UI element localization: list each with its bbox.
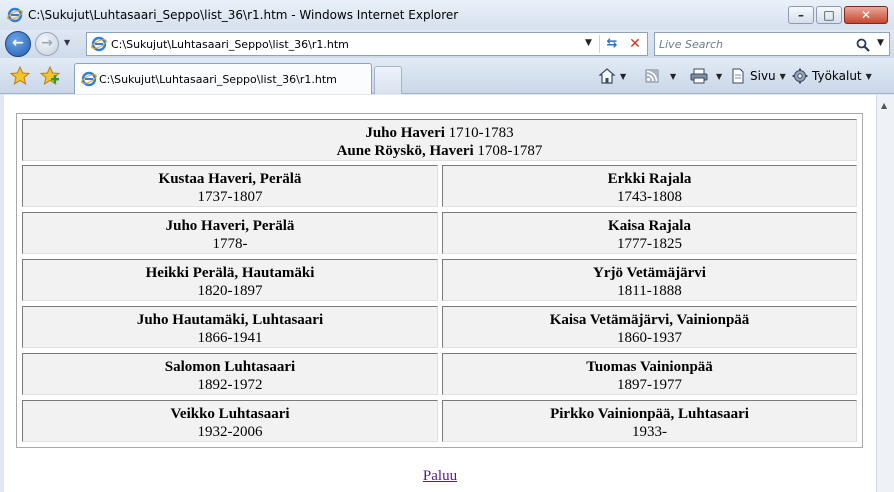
vertical-scrollbar[interactable]: ▲ [876,95,894,492]
search-icon[interactable] [855,37,871,53]
root-ancestor-cell: Juho Haveri 1710-1783 Aune Röyskö, Haver… [22,119,857,161]
pedigree-table: Juho Haveri 1710-1783 Aune Röyskö, Haver… [16,113,863,448]
person-years: 1860-1937 [617,330,682,346]
print-dropdown-icon[interactable]: ▼ [716,72,722,81]
address-input[interactable]: C:\Sukujut\Luhtasaari_Seppo\list_36\r1.h… [111,38,349,51]
pedigree-cell-left: Veikko Luhtasaari 1932-2006 [22,400,438,442]
page-menu-dropdown-icon: ▼ [779,71,786,81]
person-name: Kaisa Vetämäjärvi, Vainionpää [549,312,750,328]
pedigree-cell-left: Heikki Perälä, Hautamäki 1820-1897 [22,259,438,301]
page-content: Juho Haveri 1710-1783 Aune Röyskö, Haver… [4,95,876,492]
page-menu-label: Sivu [750,69,776,83]
person-years: 1892-1972 [197,377,263,393]
pedigree-cell-left: Salomon Luhtasaari 1892-1972 [22,353,438,395]
tools-menu-label: Työkalut [812,69,862,83]
minimize-icon: – [798,8,804,22]
person-years: 1933- [632,424,667,440]
add-to-favorites-icon[interactable] [40,66,60,86]
title-bar: C:\Sukujut\Luhtasaari_Seppo\list_36\r1.h… [0,0,894,30]
printer-icon [690,68,708,84]
pedigree-cell-right: Tuomas Vainionpää 1897-1977 [442,353,857,395]
minimize-button[interactable]: – [788,6,814,24]
search-input[interactable] [659,36,849,52]
window-title: C:\Sukujut\Luhtasaari_Seppo\list_36\r1.h… [28,8,459,22]
person-name: Kustaa Haveri, Perälä [158,171,302,187]
root-years-1: 1710-1783 [448,125,514,141]
pedigree-cell-left: Juho Haveri, Perälä 1778- [22,212,438,254]
person-name: Tuomas Vainionpää [586,359,713,375]
page-menu-button[interactable]: Sivu ▼ [730,67,786,85]
address-divider [599,35,600,53]
recent-pages-dropdown-icon[interactable]: ▼ [64,38,70,47]
pedigree-cell-right: Pirkko Vainionpää, Luhtasaari 1933- [442,400,857,442]
person-years: 1743-1808 [617,189,682,205]
gear-icon [792,68,808,84]
person-name: Kaisa Rajala [608,218,691,234]
person-years: 1866-1941 [197,330,263,346]
refresh-icon[interactable]: ⇆ [602,34,622,54]
maximize-button[interactable]: □ [816,6,842,24]
forward-arrow-icon: → [41,35,53,51]
search-options-dropdown-icon[interactable]: ▼ [877,38,884,48]
tab-page-icon [81,71,97,87]
search-box: ▼ [654,32,890,56]
person-name: Heikki Perälä, Hautamäki [145,265,315,281]
pedigree-cell-left: Kustaa Haveri, Perälä 1737-1807 [22,165,438,207]
person-years: 1897-1977 [617,377,682,393]
person-years: 1820-1897 [197,283,263,299]
home-dropdown-icon[interactable]: ▼ [620,72,626,81]
page-menu-icon [732,68,744,84]
root-years-2: 1708-1787 [477,143,543,159]
person-name: Yrjö Vetämäjärvi [593,265,706,281]
pedigree-cell-right: Kaisa Vetämäjärvi, Vainionpää 1860-1937 [442,306,857,348]
page-icon [91,36,107,52]
new-tab-button[interactable] [374,66,402,94]
window-controls: – □ ✕ [788,6,888,24]
address-bar[interactable]: C:\Sukujut\Luhtasaari_Seppo\list_36\r1.h… [86,32,648,56]
rss-feed-icon [645,69,659,83]
root-name-2: Aune Röyskö, Haveri [336,143,474,159]
back-arrow-icon: ← [12,35,24,51]
print-button[interactable]: ▼ [690,67,722,85]
person-name: Pirkko Vainionpää, Luhtasaari [550,406,749,422]
person-name: Erkki Rajala [607,171,692,187]
person-name: Salomon Luhtasaari [164,359,296,375]
close-icon: ✕ [860,8,872,22]
home-icon [598,68,616,84]
feeds-button[interactable]: ▼ [644,67,676,85]
tab-current-page[interactable]: C:\Sukujut\Luhtasaari_Seppo\list_36\r1.h… [74,63,372,94]
forward-button[interactable]: → [35,32,59,56]
scroll-up-arrow-icon[interactable]: ▲ [881,101,887,110]
person-name: Juho Hautamäki, Luhtasaari [136,312,324,328]
person-name: Juho Haveri, Perälä [165,218,295,234]
address-dropdown-icon[interactable]: ▼ [585,38,592,48]
back-button[interactable]: ← [5,31,31,57]
person-name: Veikko Luhtasaari [170,406,290,422]
person-years: 1811-1888 [617,283,682,299]
pedigree-cell-right: Yrjö Vetämäjärvi 1811-1888 [442,259,857,301]
tab-label: C:\Sukujut\Luhtasaari_Seppo\list_36\r1.h… [99,73,337,86]
feeds-dropdown-icon[interactable]: ▼ [670,72,676,81]
home-button[interactable]: ▼ [598,67,626,85]
person-years: 1777-1825 [617,236,682,252]
person-years: 1932-2006 [197,424,263,440]
pedigree-cell-right: Erkki Rajala 1743-1808 [442,165,857,207]
favorites-star-icon[interactable] [10,66,30,86]
command-bar: C:\Sukujut\Luhtasaari_Seppo\list_36\r1.h… [0,58,894,94]
tools-menu-dropdown-icon: ▼ [865,71,872,81]
pedigree-cell-right: Kaisa Rajala 1777-1825 [442,212,857,254]
tools-menu-button[interactable]: Työkalut ▼ [792,67,872,85]
back-link[interactable]: Paluu [4,468,876,485]
pedigree-cell-left: Juho Hautamäki, Luhtasaari 1866-1941 [22,306,438,348]
stop-icon[interactable]: ✕ [625,34,645,54]
maximize-icon: □ [823,8,835,22]
internet-explorer-icon [7,7,23,23]
person-years: 1737-1807 [197,189,263,205]
navigation-bar: ← → ▼ C:\Sukujut\Luhtasaari_Seppo\list_3… [0,30,894,58]
close-button[interactable]: ✕ [844,6,888,24]
root-name-1: Juho Haveri [365,125,445,141]
person-years: 1778- [212,236,248,252]
